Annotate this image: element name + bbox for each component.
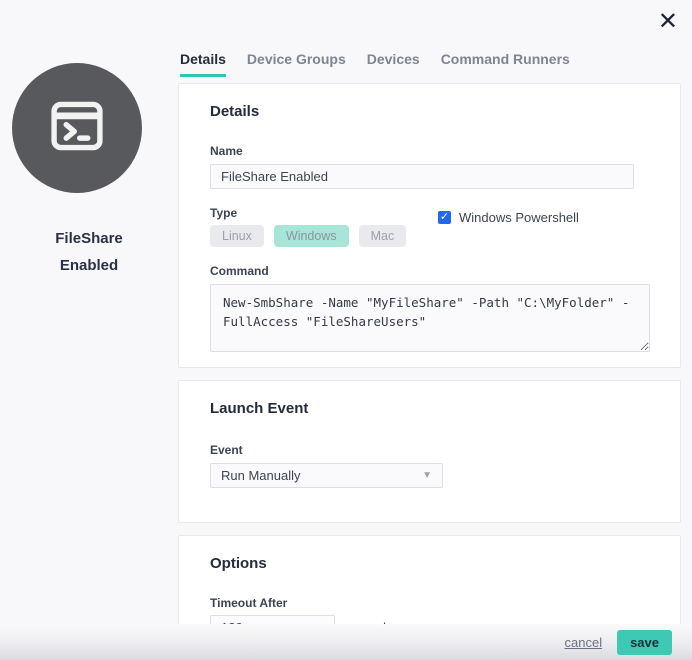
- checkbox-checked-icon[interactable]: ✓: [438, 211, 451, 224]
- tab-devices[interactable]: Devices: [367, 51, 420, 77]
- close-icon[interactable]: ✕: [658, 10, 678, 34]
- chevron-down-icon: ▼: [422, 470, 432, 481]
- type-label: Type: [210, 206, 238, 220]
- terminal-window-icon: [44, 95, 110, 162]
- type-option-windows[interactable]: Windows: [273, 225, 349, 247]
- type-option-mac[interactable]: Mac: [358, 225, 407, 247]
- page-title-line2: Enabled: [59, 257, 119, 274]
- details-card: Details Name Type Linux Windows Mac ✓ Wi…: [178, 83, 681, 368]
- footer-bar: cancel save: [0, 624, 692, 660]
- powershell-checkbox-row[interactable]: ✓ Windows Powershell: [438, 210, 579, 225]
- event-select-value: Run Manually: [221, 468, 301, 483]
- options-card-title: Options: [210, 555, 267, 572]
- name-input[interactable]: [210, 164, 634, 189]
- type-option-linux[interactable]: Linux: [210, 225, 264, 247]
- tab-command-runners[interactable]: Command Runners: [441, 51, 570, 77]
- save-button[interactable]: save: [617, 629, 672, 655]
- powershell-checkbox-label: Windows Powershell: [459, 210, 579, 225]
- launch-event-card: Launch Event Event Run Manually ▼: [178, 380, 681, 523]
- timeout-label: Timeout After: [210, 596, 288, 610]
- tab-device-groups[interactable]: Device Groups: [247, 51, 346, 77]
- type-selector: Linux Windows Mac: [210, 225, 649, 247]
- name-label: Name: [210, 144, 243, 158]
- tab-details[interactable]: Details: [180, 51, 226, 77]
- launch-event-card-title: Launch Event: [210, 400, 309, 417]
- command-label: Command: [210, 264, 269, 278]
- command-textarea[interactable]: New-SmbShare -Name "MyFileShare" -Path "…: [210, 284, 650, 352]
- event-select[interactable]: Run Manually ▼: [210, 463, 443, 488]
- page-title: FileShare Enabled: [0, 225, 178, 279]
- cancel-link[interactable]: cancel: [565, 635, 603, 650]
- event-label: Event: [210, 443, 243, 457]
- page-title-line1: FileShare: [55, 230, 123, 247]
- details-card-title: Details: [210, 103, 260, 120]
- tab-bar: Details Device Groups Devices Command Ru…: [180, 51, 570, 77]
- avatar: [12, 63, 142, 193]
